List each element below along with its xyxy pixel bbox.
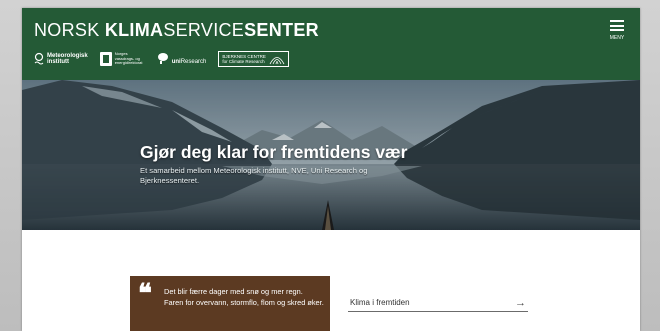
- site-title-part: SERVICE: [163, 20, 245, 40]
- partner-uni-logo[interactable]: uni Research: [157, 52, 207, 66]
- partner-bjerknes-line2: for Climate Research: [222, 59, 265, 64]
- site-title-part: KLIMA: [104, 20, 164, 40]
- quote-icon: ❝: [138, 279, 152, 309]
- hero-subtitle: Et samarbeid mellom Meteorologisk instit…: [140, 166, 368, 185]
- partner-logos: Meteorologisk institutt Norges vassdrags…: [34, 48, 289, 70]
- link-label: Klima i fremtiden: [350, 298, 410, 307]
- quote-box: ❝ Det blir færre dager med snø og mer re…: [130, 276, 330, 331]
- menu-label: MENY: [609, 34, 625, 41]
- site-title-part: SENTER: [244, 20, 319, 40]
- hero-title: Gjør deg klar for fremtidens vær: [140, 142, 408, 162]
- site-title[interactable]: NORSK KLIMASERVICESENTER: [34, 20, 319, 41]
- menu-button[interactable]: MENY: [608, 20, 626, 44]
- hero-banner: Gjør deg klar for fremtidens vær Et sama…: [22, 80, 640, 230]
- arrow-right-icon: →: [515, 296, 526, 309]
- nve-icon: [99, 52, 112, 66]
- site-header: NORSK KLIMASERVICESENTER Meteorologisk i…: [22, 8, 640, 80]
- site-title-part: NORSK: [34, 20, 105, 40]
- uni-research-icon: [157, 53, 168, 64]
- hamburger-icon-bar: [610, 29, 624, 31]
- partner-uni-line2: Research: [180, 59, 207, 65]
- hamburger-icon-bar: [610, 24, 624, 27]
- quote-text: Det blir færre dager med snø og mer regn…: [164, 287, 324, 307]
- partner-met-line2: institutt: [47, 59, 69, 65]
- klima-i-fremtiden-link[interactable]: Klima i fremtiden →: [348, 294, 528, 312]
- main-content: ❝ Det blir færre dager med snø og mer re…: [22, 230, 640, 331]
- hamburger-icon-bar: [610, 20, 624, 22]
- browser-page: NORSK KLIMASERVICESENTER Meteorologisk i…: [22, 8, 640, 331]
- partner-bjerknes-logo[interactable]: BJERKNES CENTRE for Climate Research: [218, 51, 289, 67]
- bjerknes-wave-icon: [269, 57, 285, 65]
- met-institute-icon: [34, 52, 44, 65]
- partner-met-logo[interactable]: Meteorologisk institutt: [34, 52, 88, 66]
- partner-uni-line1: uni: [171, 59, 181, 65]
- partner-nve-line2: vassdrags- og energidirektorat: [114, 55, 143, 66]
- partner-nve-logo[interactable]: Norges vassdrags- og energidirektorat: [99, 52, 145, 66]
